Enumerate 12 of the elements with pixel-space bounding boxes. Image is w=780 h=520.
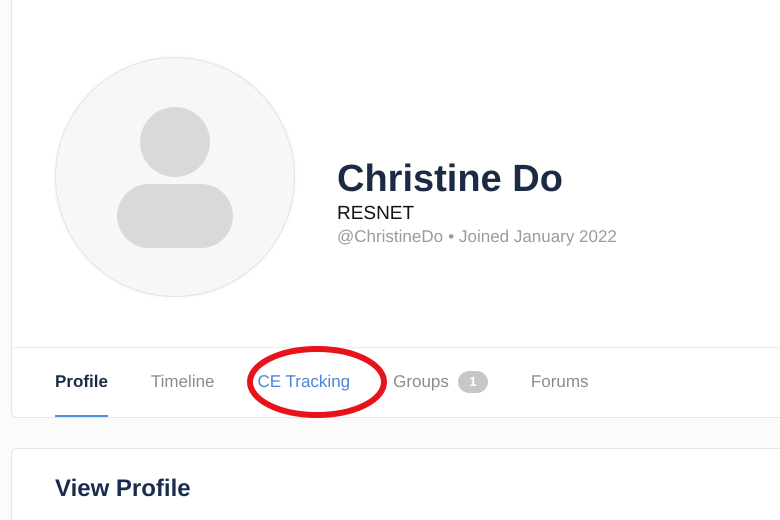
- tab[interactable]: Timeline: [150, 348, 215, 417]
- count-badge: 1: [458, 370, 488, 393]
- person-silhouette-icon: [116, 106, 234, 248]
- profile-name: Christine Do: [337, 157, 564, 201]
- section-title: View Profile: [55, 474, 192, 504]
- organization: RESNET: [337, 202, 416, 226]
- separator-dot: •: [448, 226, 454, 248]
- join-date: Joined January 2022: [459, 226, 617, 248]
- tab[interactable]: Groups 1: [393, 348, 488, 417]
- tab[interactable]: Forums: [530, 348, 588, 417]
- username: @ChristineDo: [337, 226, 444, 248]
- tab[interactable]: Profile: [55, 348, 108, 417]
